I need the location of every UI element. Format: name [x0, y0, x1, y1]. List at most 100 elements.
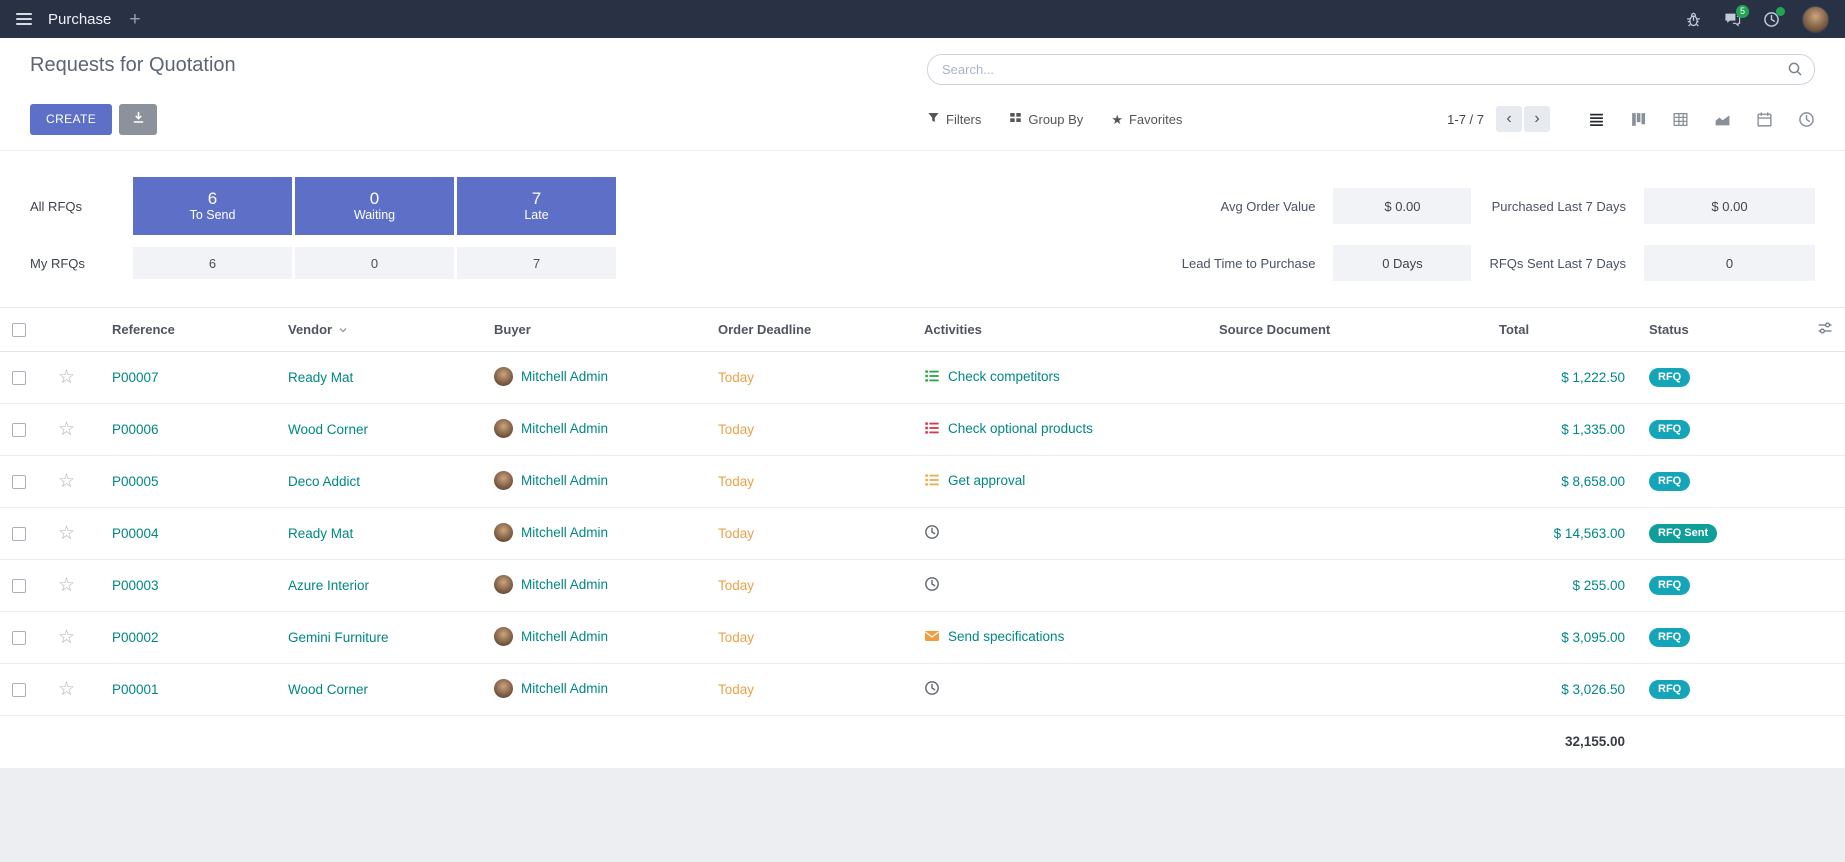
optional-columns-icon[interactable]	[1817, 320, 1833, 336]
reference-link[interactable]: P00007	[112, 370, 159, 385]
pager-previous-button[interactable]: ‹	[1496, 106, 1522, 132]
activity-todo-list-icon[interactable]	[924, 368, 940, 384]
table-row[interactable]: ☆ P00006 Wood Corner Mitchell Admin Toda…	[0, 404, 1845, 456]
kpi-lead-time-label: Lead Time to Purchase	[1182, 256, 1316, 271]
reference-link[interactable]: P00001	[112, 682, 159, 697]
row-checkbox[interactable]	[12, 631, 26, 645]
row-checkbox[interactable]	[12, 579, 26, 593]
activity-label[interactable]: Send specifications	[948, 629, 1064, 644]
buyer-link[interactable]: Mitchell Admin	[521, 473, 608, 488]
row-total: $ 14,563.00	[1554, 526, 1625, 541]
activity-todo-list-icon[interactable]	[924, 472, 940, 488]
buyer-link[interactable]: Mitchell Admin	[521, 681, 608, 696]
search-input[interactable]	[927, 54, 1815, 85]
table-row[interactable]: ☆ P00003 Azure Interior Mitchell Admin T…	[0, 560, 1845, 612]
buyer-avatar	[494, 471, 513, 490]
favorite-star-icon[interactable]: ☆	[58, 575, 75, 596]
column-header-source-document[interactable]: Source Document	[1207, 308, 1487, 352]
column-header-status[interactable]: Status	[1637, 308, 1747, 352]
vendor-link[interactable]: Ready Mat	[288, 370, 353, 385]
favorites-button[interactable]: ★ Favorites	[1111, 112, 1182, 127]
pager-next-button[interactable]: ›	[1524, 106, 1550, 132]
export-button[interactable]	[119, 104, 157, 135]
search-icon[interactable]	[1787, 61, 1803, 77]
column-header-vendor[interactable]: Vendor	[276, 308, 482, 352]
tile-to-send[interactable]: 6 To Send	[133, 177, 292, 235]
activity-clock-icon[interactable]	[924, 576, 940, 592]
pivot-view-icon[interactable]	[1672, 111, 1689, 128]
vendor-link[interactable]: Deco Addict	[288, 474, 360, 489]
row-checkbox[interactable]	[12, 527, 26, 541]
reference-link[interactable]: P00002	[112, 630, 159, 645]
row-checkbox[interactable]	[12, 423, 26, 437]
buyer-link[interactable]: Mitchell Admin	[521, 629, 608, 644]
row-total: $ 3,026.50	[1561, 682, 1625, 697]
column-header-activities[interactable]: Activities	[912, 308, 1207, 352]
table-row[interactable]: ☆ P00004 Ready Mat Mitchell Admin Today …	[0, 508, 1845, 560]
table-row[interactable]: ☆ P00002 Gemini Furniture Mitchell Admin…	[0, 612, 1845, 664]
group-by-button[interactable]: Group By	[1009, 111, 1083, 127]
debug-bug-icon[interactable]	[1685, 11, 1702, 28]
create-button[interactable]: CREATE	[30, 104, 112, 135]
table-row[interactable]: ☆ P00005 Deco Addict Mitchell Admin Toda…	[0, 456, 1845, 508]
row-checkbox[interactable]	[12, 371, 26, 385]
column-header-total[interactable]: Total	[1487, 308, 1637, 352]
buyer-link[interactable]: Mitchell Admin	[521, 525, 608, 540]
table-row[interactable]: ☆ P00007 Ready Mat Mitchell Admin Today …	[0, 352, 1845, 404]
favorite-star-icon[interactable]: ☆	[58, 367, 75, 388]
table-row[interactable]: ☆ P00001 Wood Corner Mitchell Admin Toda…	[0, 664, 1845, 716]
favorite-star-icon[interactable]: ☆	[58, 471, 75, 492]
favorite-star-icon[interactable]: ☆	[58, 523, 75, 544]
favorite-star-icon[interactable]: ☆	[58, 627, 75, 648]
reference-link[interactable]: P00003	[112, 578, 159, 593]
my-tile-to-send[interactable]: 6	[133, 247, 292, 279]
tile-waiting[interactable]: 0 Waiting	[295, 177, 454, 235]
favorite-star-icon[interactable]: ☆	[58, 679, 75, 700]
activity-label[interactable]: Check competitors	[948, 369, 1060, 384]
activity-email-icon[interactable]	[924, 628, 940, 644]
calendar-view-icon[interactable]	[1756, 111, 1773, 128]
buyer-link[interactable]: Mitchell Admin	[521, 369, 608, 384]
graph-view-icon[interactable]	[1714, 111, 1731, 128]
row-checkbox[interactable]	[12, 475, 26, 489]
app-title[interactable]: Purchase	[48, 11, 111, 28]
select-all-checkbox[interactable]	[12, 323, 26, 337]
buyer-avatar	[494, 575, 513, 594]
my-tile-late[interactable]: 7	[457, 247, 616, 279]
vendor-link[interactable]: Ready Mat	[288, 526, 353, 541]
new-tab-icon[interactable]: +	[129, 10, 140, 29]
activities-clock-icon[interactable]	[1763, 11, 1780, 28]
column-header-buyer[interactable]: Buyer	[482, 308, 706, 352]
activity-clock-icon[interactable]	[924, 524, 940, 540]
activity-label[interactable]: Check optional products	[948, 421, 1093, 436]
list-view-icon[interactable]	[1588, 111, 1605, 128]
vendor-link[interactable]: Wood Corner	[288, 682, 368, 697]
activity-view-icon[interactable]	[1798, 111, 1815, 128]
page-title: Requests for Quotation	[30, 54, 927, 92]
row-checkbox[interactable]	[12, 683, 26, 697]
column-header-order-deadline[interactable]: Order Deadline	[706, 308, 912, 352]
reference-link[interactable]: P00005	[112, 474, 159, 489]
table-footer-row: 32,155.00	[0, 716, 1845, 768]
reference-link[interactable]: P00004	[112, 526, 159, 541]
row-total: $ 8,658.00	[1561, 474, 1625, 489]
buyer-link[interactable]: Mitchell Admin	[521, 421, 608, 436]
buyer-link[interactable]: Mitchell Admin	[521, 577, 608, 592]
my-tile-waiting[interactable]: 0	[295, 247, 454, 279]
vendor-link[interactable]: Wood Corner	[288, 422, 368, 437]
tile-late[interactable]: 7 Late	[457, 177, 616, 235]
status-badge: RFQ	[1649, 680, 1690, 699]
activity-clock-icon[interactable]	[924, 680, 940, 696]
user-avatar[interactable]	[1802, 6, 1829, 33]
vendor-link[interactable]: Azure Interior	[288, 578, 369, 593]
favorite-star-icon[interactable]: ☆	[58, 419, 75, 440]
vendor-link[interactable]: Gemini Furniture	[288, 630, 389, 645]
kanban-view-icon[interactable]	[1630, 111, 1647, 128]
messages-icon[interactable]: 5	[1724, 11, 1741, 28]
filters-button[interactable]: Filters	[927, 111, 981, 127]
activity-label[interactable]: Get approval	[948, 473, 1025, 488]
activity-todo-list-icon[interactable]	[924, 420, 940, 436]
column-header-reference[interactable]: Reference	[100, 308, 276, 352]
reference-link[interactable]: P00006	[112, 422, 159, 437]
apps-menu-icon[interactable]	[16, 13, 32, 25]
